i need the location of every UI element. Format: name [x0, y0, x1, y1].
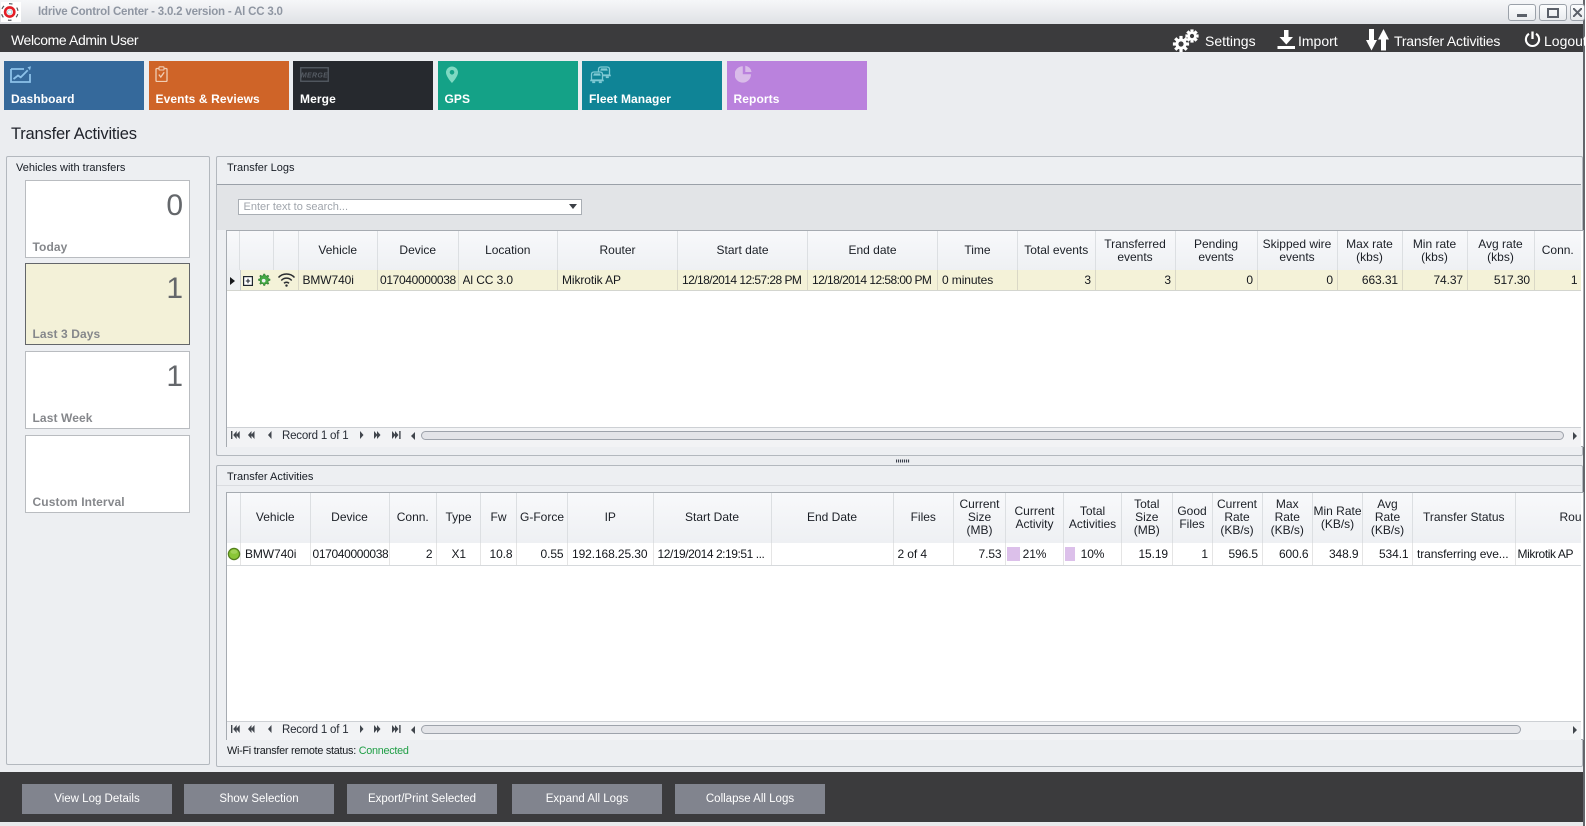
svg-text:MERGE: MERGE: [301, 73, 328, 80]
